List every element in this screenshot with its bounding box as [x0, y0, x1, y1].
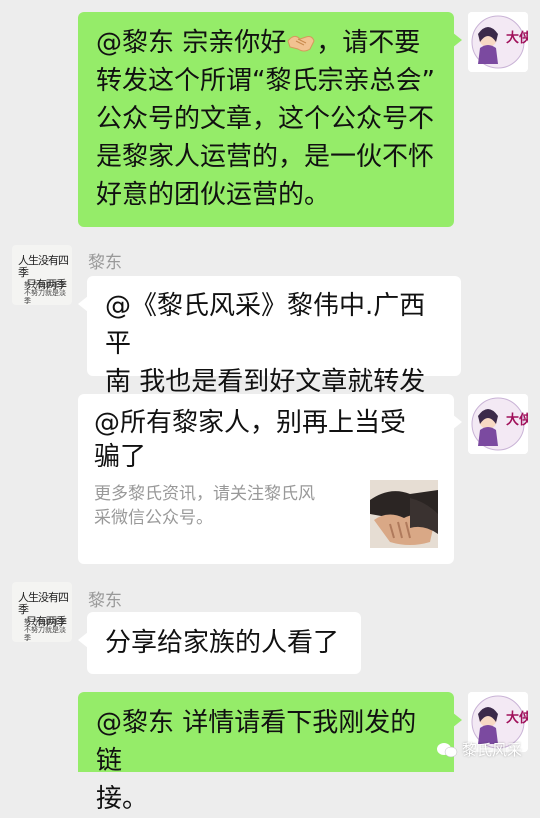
message-bubble-2[interactable]: @《黎氏风采》黎伟中.广西平 南 我也是看到好文章就转发了 — [87, 276, 461, 435]
message-line: @黎东 详情请看下我刚发的链 — [96, 708, 417, 776]
link-desc-line: 采微信公众号。 — [94, 508, 213, 528]
svg-text:大侠: 大侠 — [506, 710, 528, 726]
sender-name: 黎东 — [88, 253, 122, 273]
message-line: 接。 — [96, 784, 149, 814]
message-line: @《黎氏风采》黎伟中.广西平 — [105, 291, 426, 359]
message-line: @黎东 宗亲你好 ，请不要 — [96, 24, 440, 62]
message-text: ，请不要 — [316, 28, 421, 58]
user-avatar-daxia[interactable]: 大侠 — [468, 12, 528, 72]
message-line: 是黎家人运营的，是一伙不怀 — [96, 142, 435, 172]
message-line: 公众号的文章，这个公众号不 — [96, 104, 435, 134]
link-card-description: 更多黎氏资讯，请关注黎氏风 采微信公众号。 — [94, 482, 364, 530]
link-card[interactable]: @所有黎家人，别再上当受 骗了 更多黎氏资讯，请关注黎氏风 采微信公众号。 — [78, 394, 454, 564]
avatar-calligraphy-small: 努力就是旺季 不努力就是淡季 — [24, 618, 66, 642]
link-title-line: @所有黎家人，别再上当受 — [94, 408, 407, 438]
message-bubble-4[interactable]: 分享给家族的人看了 — [87, 612, 361, 674]
svg-text:大侠: 大侠 — [506, 30, 528, 46]
watermark-text: 黎氏风采 — [461, 741, 522, 759]
avatar-calligraphy-small: 努力就是旺季 不努力就是淡季 — [24, 281, 66, 305]
link-desc-line: 更多黎氏资讯，请关注黎氏风 — [94, 484, 315, 504]
message-line: 分享给家族的人看了 — [105, 628, 340, 658]
user-avatar-lidong[interactable]: 人生没有四季 只有两季 努力就是旺季 不努力就是淡季 — [12, 245, 72, 305]
message-line: 转发这个所谓“黎氏宗亲总会” — [96, 66, 435, 96]
message-bubble-1[interactable]: @黎东 宗亲你好 ，请不要 转发这个所谓“黎氏宗亲总会” 公众号的文章，这个公众号… — [78, 12, 454, 227]
daxia-avatar-icon: 大侠 — [468, 394, 528, 454]
message-line: 好意的团伙运营的。 — [96, 180, 331, 210]
watermark: 黎氏风采 — [436, 739, 522, 760]
wechat-icon — [436, 742, 458, 758]
daxia-avatar-icon: 大侠 — [468, 12, 528, 72]
message-text: @黎东 宗亲你好 — [96, 28, 287, 58]
handshake-emoji-icon — [286, 26, 316, 52]
svg-text:大侠: 大侠 — [506, 412, 528, 428]
user-avatar-daxia[interactable]: 大侠 — [468, 394, 528, 454]
link-thumbnail-image — [370, 480, 438, 548]
message-bubble-5[interactable]: @黎东 详情请看下我刚发的链 接。 — [78, 692, 454, 814]
link-card-title: @所有黎家人，别再上当受 骗了 — [94, 406, 434, 474]
sender-name: 黎东 — [88, 591, 122, 611]
link-title-line: 骗了 — [94, 442, 147, 472]
user-avatar-lidong[interactable]: 人生没有四季 只有两季 努力就是旺季 不努力就是淡季 — [12, 582, 72, 642]
handshake-photo-icon — [370, 480, 438, 548]
